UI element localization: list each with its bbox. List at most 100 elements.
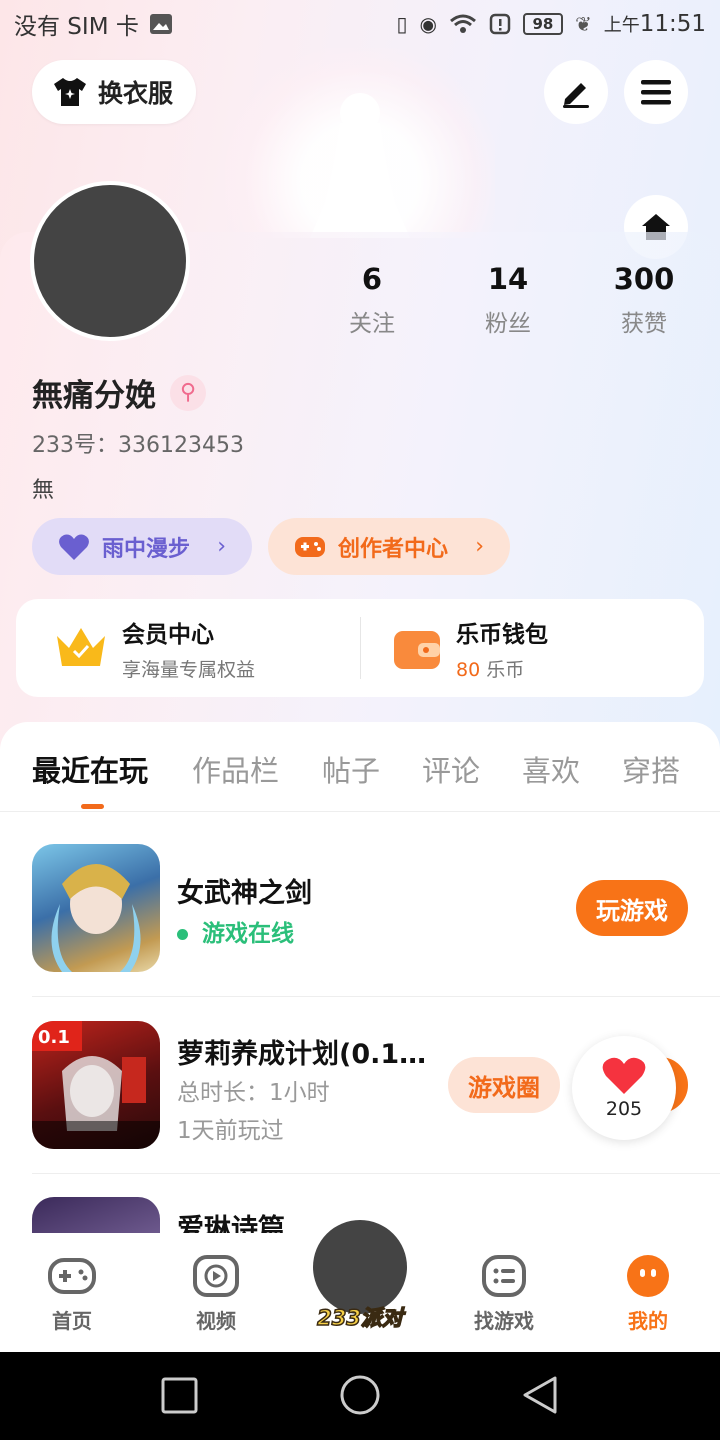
change-outfit-label: 换衣服 — [98, 79, 174, 108]
avatar-figure[interactable] — [225, 48, 495, 238]
game-icon[interactable] — [32, 1197, 160, 1235]
following-label: 关注 — [349, 311, 395, 337]
party-button[interactable] — [313, 1220, 407, 1314]
game-circle-button[interactable]: 游戏圈 — [448, 1057, 560, 1113]
tab-outfits[interactable]: 穿搭 — [622, 748, 680, 790]
carrier-text: 没有 SIM 卡 — [14, 14, 139, 40]
game-title[interactable]: 萝莉养成计划(0.1… — [177, 1032, 437, 1071]
vip-center-button[interactable]: 会员中心 享海量专属权益 — [54, 599, 255, 697]
female-icon: ⚲ — [170, 374, 206, 411]
avatar[interactable] — [30, 181, 190, 341]
hamburger-icon — [641, 80, 671, 105]
divider — [32, 1173, 720, 1174]
chevron-right-icon: › — [217, 534, 226, 559]
tab-comments[interactable]: 评论 — [422, 748, 480, 790]
nav-mine-label: 我的 — [628, 1309, 668, 1333]
nav-find-game[interactable]: 找游戏 — [454, 1253, 554, 1334]
likes-count: 300 — [613, 262, 675, 296]
tab-likes[interactable]: 喜欢 — [522, 748, 580, 790]
party-label[interactable]: 233派对 — [300, 1302, 420, 1332]
stat-fans[interactable]: 14 粉丝 — [453, 262, 563, 338]
like-count: 205 — [605, 1098, 643, 1120]
nav-video-label: 视频 — [196, 1309, 236, 1333]
wallet-icon — [394, 631, 440, 669]
nav-home[interactable]: 首页 — [22, 1253, 122, 1334]
play-game-button[interactable]: 玩游戏 — [576, 880, 688, 936]
game-last-played: 1天前玩过 — [177, 1118, 284, 1144]
alert-icon — [489, 13, 511, 35]
fans-count: 14 — [487, 262, 529, 296]
like-bubble[interactable]: 205 — [572, 1036, 676, 1140]
heart-icon — [59, 534, 89, 560]
nav-mine[interactable]: 我的 — [598, 1253, 698, 1334]
vip-subtitle: 享海量专属权益 — [122, 658, 256, 681]
change-outfit-button[interactable]: 换衣服 — [32, 60, 196, 124]
tab-indicator — [81, 804, 104, 809]
clock: 11:51 — [639, 11, 706, 37]
game-play-duration: 总时长：1小时 — [177, 1080, 330, 1106]
game-title[interactable]: 爱琳诗篇 — [177, 1207, 285, 1235]
nav-home-label: 首页 — [52, 1309, 92, 1333]
likes-label: 获赞 — [621, 311, 667, 337]
tshirt-icon — [54, 78, 86, 106]
system-nav-icons — [161, 1375, 557, 1415]
tab-recent-played[interactable]: 最近在玩 — [32, 748, 148, 790]
wifi-icon — [449, 14, 476, 33]
creator-center-button[interactable]: 创作者中心 › — [268, 518, 510, 575]
wallet-amount: 80 — [456, 658, 481, 681]
video-icon — [193, 1255, 239, 1297]
back-icon — [523, 1376, 557, 1414]
rain-walk-label: 雨中漫步 — [102, 536, 191, 562]
chevron-right-icon: › — [475, 534, 484, 559]
divider — [360, 617, 361, 679]
edit-button[interactable] — [544, 60, 608, 124]
game-icon[interactable]: 0.1 — [32, 1021, 160, 1149]
divider — [32, 996, 720, 997]
bio: 無 — [32, 478, 55, 503]
following-count: 6 — [361, 262, 383, 296]
divider — [0, 811, 720, 812]
rain-walk-button[interactable]: 雨中漫步 › — [32, 518, 252, 575]
character-silhouette — [310, 93, 410, 238]
image-icon — [149, 14, 172, 34]
tab-works[interactable]: 作品栏 — [192, 748, 279, 790]
vibrate-icon: ▯ — [396, 12, 408, 36]
leaf-icon: ❦ — [574, 12, 592, 36]
tab-posts[interactable]: 帖子 — [322, 748, 380, 790]
crown-icon — [57, 628, 105, 666]
game-title[interactable]: 女武神之剑 — [177, 871, 312, 910]
recent-apps-icon — [161, 1377, 198, 1414]
member-wallet-box: 会员中心 享海量专属权益 乐币钱包 80 乐币 — [16, 599, 704, 697]
eye-icon: ◉ — [419, 12, 437, 36]
wallet-title: 乐币钱包 — [456, 621, 548, 648]
menu-button[interactable] — [624, 60, 688, 124]
game-online-status: 游戏在线 — [177, 914, 294, 948]
home-icon — [340, 1375, 380, 1415]
time-prefix: 上午 — [603, 15, 640, 36]
online-dot — [177, 929, 188, 940]
pen-icon — [563, 83, 589, 108]
nav-video[interactable]: 视频 — [166, 1253, 266, 1334]
list-icon — [482, 1255, 526, 1297]
profile-icon — [627, 1255, 669, 1297]
game-art: 0.1 — [32, 1021, 160, 1149]
svg-text:0.1: 0.1 — [38, 1027, 70, 1048]
username: 無痛分娩 — [32, 378, 156, 414]
username-row: 無痛分娩 ⚲ — [32, 370, 206, 415]
battery-indicator: 98 — [522, 13, 563, 35]
stat-likes[interactable]: 300 获赞 — [589, 262, 699, 338]
stat-following[interactable]: 6 关注 — [317, 262, 427, 338]
game-art — [51, 864, 141, 972]
fans-label: 粉丝 — [485, 311, 531, 337]
online-label: 游戏在线 — [202, 921, 294, 947]
wallet-button[interactable]: 乐币钱包 80 乐币 — [392, 599, 548, 697]
system-nav-bar — [0, 1352, 720, 1440]
user-id[interactable]: 233号：336123453 — [32, 427, 244, 459]
gamepad-icon — [48, 1258, 96, 1294]
vip-title: 会员中心 — [122, 621, 214, 648]
nav-find-game-label: 找游戏 — [474, 1309, 534, 1333]
game-icon[interactable] — [32, 844, 160, 972]
wallet-unit: 乐币 — [480, 658, 525, 681]
creator-center-label: 创作者中心 — [338, 536, 449, 562]
tab-bar: 最近在玩 作品栏 帖子 评论 喜欢 穿搭 — [0, 722, 720, 812]
